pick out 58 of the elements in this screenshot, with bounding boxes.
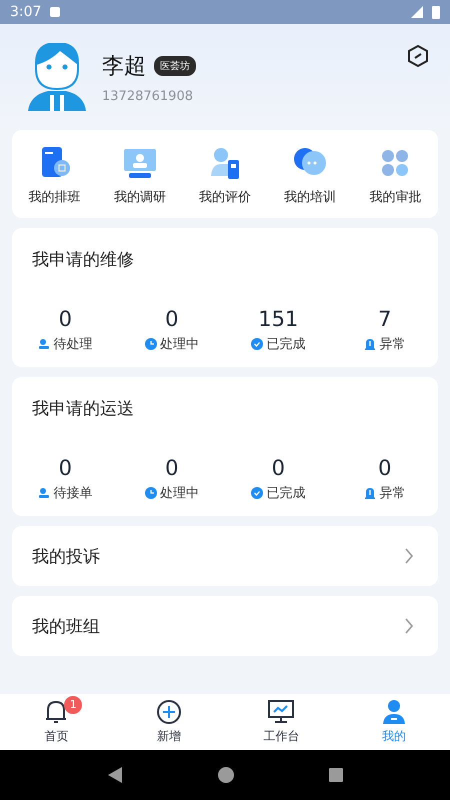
stat-value[interactable]: 0	[272, 456, 285, 480]
person-icon	[38, 338, 50, 350]
user-name: 李超	[102, 52, 146, 80]
notification-badge: 1	[64, 696, 82, 714]
stat-label: 处理中	[160, 336, 199, 353]
signal-icon	[410, 5, 424, 19]
stat-label: 处理中	[160, 485, 199, 502]
shortcut-label[interactable]: 我的调研	[114, 188, 166, 206]
organization-tag: 医荟坊	[154, 56, 196, 76]
settings-icon[interactable]	[406, 44, 430, 68]
alarm-icon	[364, 487, 376, 499]
stat-value[interactable]: 7	[378, 307, 392, 331]
shortcut-label[interactable]: 我的培训	[284, 188, 336, 206]
chevron-icon	[404, 618, 414, 634]
stat-label: 已完成	[266, 336, 306, 353]
stat-label: 异常	[379, 336, 406, 353]
alarm-icon	[364, 338, 376, 350]
stat-label: 异常	[379, 485, 406, 502]
stat-value[interactable]: 0	[58, 307, 72, 331]
menu-row[interactable]: 我的投诉	[12, 526, 438, 586]
tab-item[interactable]: 我的	[338, 694, 450, 750]
person-icon	[380, 699, 407, 725]
tab-item[interactable]: 新增	[112, 694, 225, 750]
status-time: 3:07	[10, 4, 42, 20]
battery-icon	[432, 5, 440, 19]
section-title: 我申请的维修	[32, 249, 135, 271]
chevron-icon	[404, 548, 414, 564]
stat-value[interactable]: 0	[58, 456, 72, 480]
notification-icon	[49, 6, 62, 18]
check-icon	[251, 487, 264, 499]
tab-item[interactable]: 工作台	[225, 694, 338, 750]
monitor-chart-icon	[267, 699, 296, 725]
menu-label: 我的投诉	[32, 546, 100, 568]
stat-label: 待接单	[53, 485, 92, 502]
plus-circle-icon	[156, 699, 182, 725]
stat-value[interactable]: 0	[165, 307, 178, 331]
shortcut-label[interactable]: 我的审批	[369, 188, 422, 206]
check-icon	[251, 338, 264, 350]
clock-icon	[144, 487, 157, 499]
menu-row[interactable]: 我的班组	[12, 596, 438, 656]
shortcut-label[interactable]: 我的排班	[28, 188, 81, 206]
section-title: 我申请的运送	[32, 398, 135, 420]
monitor-icon[interactable]	[122, 146, 157, 180]
avatar-icon	[28, 43, 86, 111]
stat-label: 已完成	[266, 485, 306, 502]
home-icon[interactable]	[218, 767, 234, 783]
stat-label: 待处理	[53, 336, 92, 353]
clock-icon	[144, 338, 157, 350]
back-icon[interactable]	[107, 766, 124, 784]
stat-value[interactable]: 0	[378, 456, 392, 480]
tab-item[interactable]: 首页 1	[0, 694, 112, 750]
recents-icon[interactable]	[328, 768, 343, 782]
phone-number: 13728761908	[102, 88, 194, 104]
shortcut-label[interactable]: 我的评价	[198, 188, 251, 206]
person-icon	[38, 487, 50, 499]
menu-label: 我的班组	[32, 616, 100, 638]
stat-value[interactable]: 151	[258, 307, 298, 331]
stat-value[interactable]: 0	[165, 456, 178, 480]
